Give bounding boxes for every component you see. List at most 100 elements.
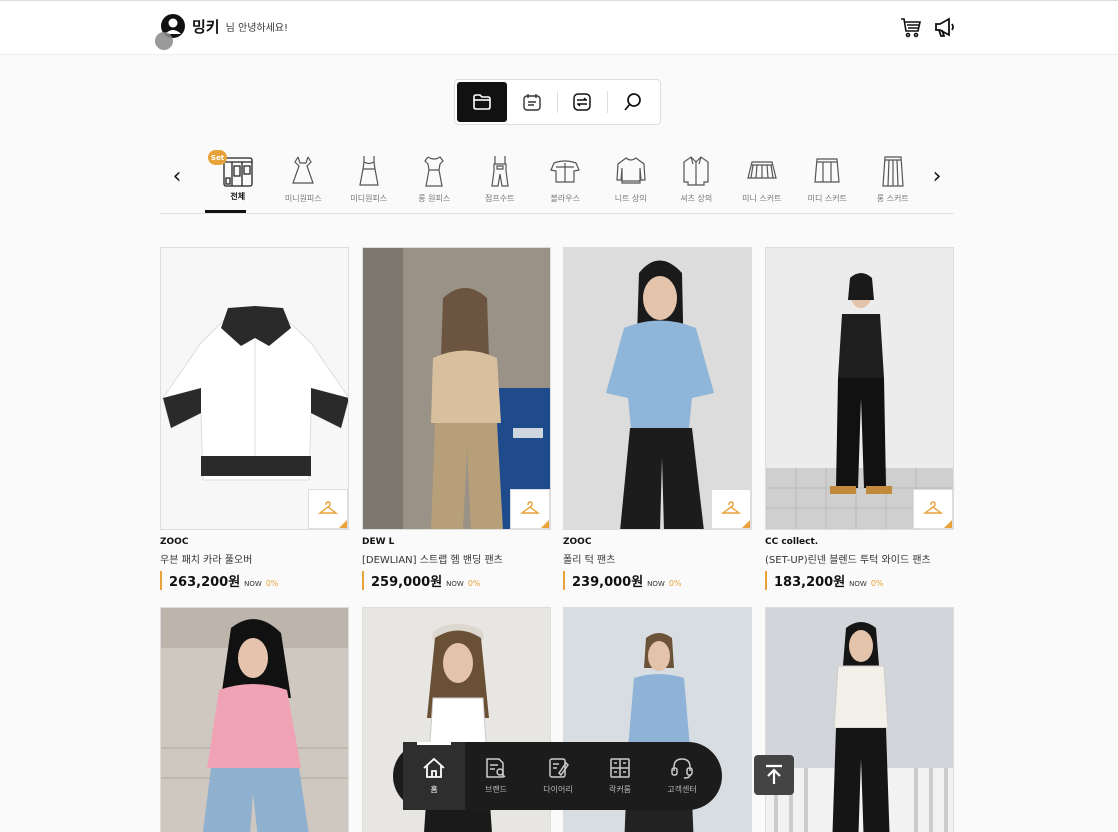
- page: 밍키 님 안녕하세요! ‹ Set 전체 미니원피스 미디원피스 롱 원피스 점…: [0, 0, 1118, 832]
- category-jumpsuit[interactable]: 점프수트: [467, 150, 533, 204]
- top-header: 밍키 님 안녕하세요!: [0, 0, 1118, 55]
- cursor-indicator: [155, 32, 173, 50]
- search-icon: [624, 93, 641, 111]
- category-label: 미니 스커트: [742, 194, 782, 203]
- product-image[interactable]: [362, 247, 551, 530]
- discount: 0%: [265, 579, 279, 588]
- category-label: 미니원피스: [284, 194, 322, 203]
- now-label: NOW: [849, 580, 867, 588]
- hanger-icon: [923, 501, 943, 514]
- nav-locker[interactable]: 락커룸: [589, 742, 651, 810]
- nav-label: 락커룸: [608, 785, 632, 794]
- mini-dress-icon: [292, 156, 315, 184]
- product-name: 우븐 패치 카라 풀오버: [160, 555, 253, 566]
- long-skirt-icon: [882, 156, 904, 187]
- product-brand: CC collect.: [765, 537, 819, 547]
- product-image[interactable]: [765, 607, 954, 832]
- jumpsuit-icon: [491, 156, 509, 187]
- filter-icon: [573, 93, 592, 111]
- product-image[interactable]: [160, 607, 349, 832]
- product-brand: DEW L: [362, 537, 395, 547]
- mini-skirt-icon: [746, 161, 777, 179]
- now-label: NOW: [244, 580, 262, 588]
- headset-icon: [671, 758, 693, 779]
- view-tabs: [454, 79, 661, 125]
- discount: 0%: [467, 579, 481, 588]
- hanger-button[interactable]: [510, 489, 550, 529]
- product-card[interactable]: CC collect. (SET-UP)린넨 블렌드 투턱 와이드 팬츠 183…: [765, 247, 954, 590]
- price-row: 263,200원 NOW 0%: [160, 571, 349, 590]
- product-name: (SET-UP)린넨 블렌드 투턱 와이드 팬츠: [765, 555, 931, 566]
- set-badge: Set: [208, 150, 227, 165]
- product-card[interactable]: DEW L [DEWLIAN] 스트랩 헴 밴딩 팬츠 259,000원 NOW…: [362, 247, 551, 590]
- price-row: 239,000원 NOW 0%: [563, 571, 752, 590]
- category-midi-dress[interactable]: 미디원피스: [336, 150, 402, 204]
- nav-label: 다이어리: [543, 785, 573, 794]
- bottom-nav: 홈 브랜드 다이어리 락커룸 고객센터: [393, 742, 722, 810]
- product-card[interactable]: [765, 607, 954, 832]
- user-greeting[interactable]: 밍키 님 안녕하세요!: [160, 13, 288, 39]
- active-category-underline: [205, 210, 246, 213]
- category-label: 전체: [230, 192, 246, 201]
- category-prev-button[interactable]: ‹: [167, 166, 187, 188]
- product-price: 239,000원: [572, 575, 644, 590]
- product-card[interactable]: ZOOC 우븐 패치 카라 풀오버 263,200원 NOW 0%: [160, 247, 349, 590]
- hanger-button[interactable]: [308, 489, 348, 529]
- hanger-button[interactable]: [913, 489, 953, 529]
- product-price: 263,200원: [169, 575, 241, 590]
- tab-filter[interactable]: [558, 82, 608, 122]
- category-blouse[interactable]: 블라우스: [533, 150, 599, 204]
- nav-label: 홈: [430, 785, 438, 794]
- category-long-dress[interactable]: 롱 원피스: [402, 150, 468, 204]
- shirt-top-icon: [683, 156, 709, 186]
- hanger-button[interactable]: [711, 489, 751, 529]
- nav-label: 브랜드: [484, 785, 508, 794]
- category-mini-dress[interactable]: 미니원피스: [271, 150, 337, 204]
- category-label: 롱 스커트: [876, 194, 909, 203]
- product-image[interactable]: [563, 247, 752, 530]
- price-row: 183,200원 NOW 0%: [765, 571, 954, 590]
- category-label: 블라우스: [550, 194, 580, 203]
- tab-search[interactable]: [608, 82, 658, 122]
- home-icon: [423, 757, 445, 778]
- nav-home[interactable]: 홈: [403, 742, 465, 810]
- megaphone-icon[interactable]: [934, 16, 956, 38]
- category-label: 미디 스커트: [807, 194, 847, 203]
- tab-calendar[interactable]: [507, 82, 557, 122]
- category-label: 롱 원피스: [418, 194, 451, 203]
- product-name: [DEWLIAN] 스트랩 헴 밴딩 팬츠: [362, 555, 503, 566]
- hanger-icon: [520, 501, 540, 514]
- price-row: 259,000원 NOW 0%: [362, 571, 551, 590]
- product-image[interactable]: [160, 247, 349, 530]
- cart-icon[interactable]: [900, 16, 922, 38]
- category-all[interactable]: Set 전체: [205, 150, 271, 213]
- category-knit-top[interactable]: 니트 상의: [598, 150, 664, 204]
- category-label: 셔츠 상의: [680, 194, 713, 203]
- now-label: NOW: [446, 580, 464, 588]
- hanger-icon: [721, 501, 741, 514]
- category-strip: ‹ Set 전체 미니원피스 미디원피스 롱 원피스 점프수트 블라우스 니트 …: [160, 150, 954, 214]
- product-brand: ZOOC: [563, 537, 592, 547]
- nav-brand[interactable]: 브랜드: [465, 742, 527, 810]
- brand-icon: [486, 758, 506, 778]
- tab-folder[interactable]: [457, 82, 507, 122]
- category-next-button[interactable]: ›: [927, 166, 947, 188]
- folder-icon: [473, 94, 491, 110]
- category-long-skirt[interactable]: 롱 스커트: [860, 150, 926, 204]
- discount: 0%: [870, 579, 884, 588]
- product-card[interactable]: [160, 607, 349, 832]
- category-midi-skirt[interactable]: 미디 스커트: [795, 150, 861, 204]
- product-name: 폴리 턱 팬츠: [563, 555, 616, 566]
- scroll-top-button[interactable]: [754, 755, 794, 795]
- category-label: 점프수트: [485, 194, 515, 203]
- arrow-up-icon: [766, 764, 782, 784]
- nav-support[interactable]: 고객센터: [651, 742, 713, 810]
- product-card[interactable]: ZOOC 폴리 턱 팬츠 239,000원 NOW 0%: [563, 247, 752, 590]
- category-list: Set 전체 미니원피스 미디원피스 롱 원피스 점프수트 블라우스 니트 상의…: [205, 150, 926, 213]
- category-label: 니트 상의: [614, 194, 647, 203]
- midi-skirt-icon: [814, 158, 840, 183]
- nav-diary[interactable]: 다이어리: [527, 742, 589, 810]
- category-mini-skirt[interactable]: 미니 스커트: [729, 150, 795, 204]
- category-shirt-top[interactable]: 셔츠 상의: [664, 150, 730, 204]
- product-image[interactable]: [765, 247, 954, 530]
